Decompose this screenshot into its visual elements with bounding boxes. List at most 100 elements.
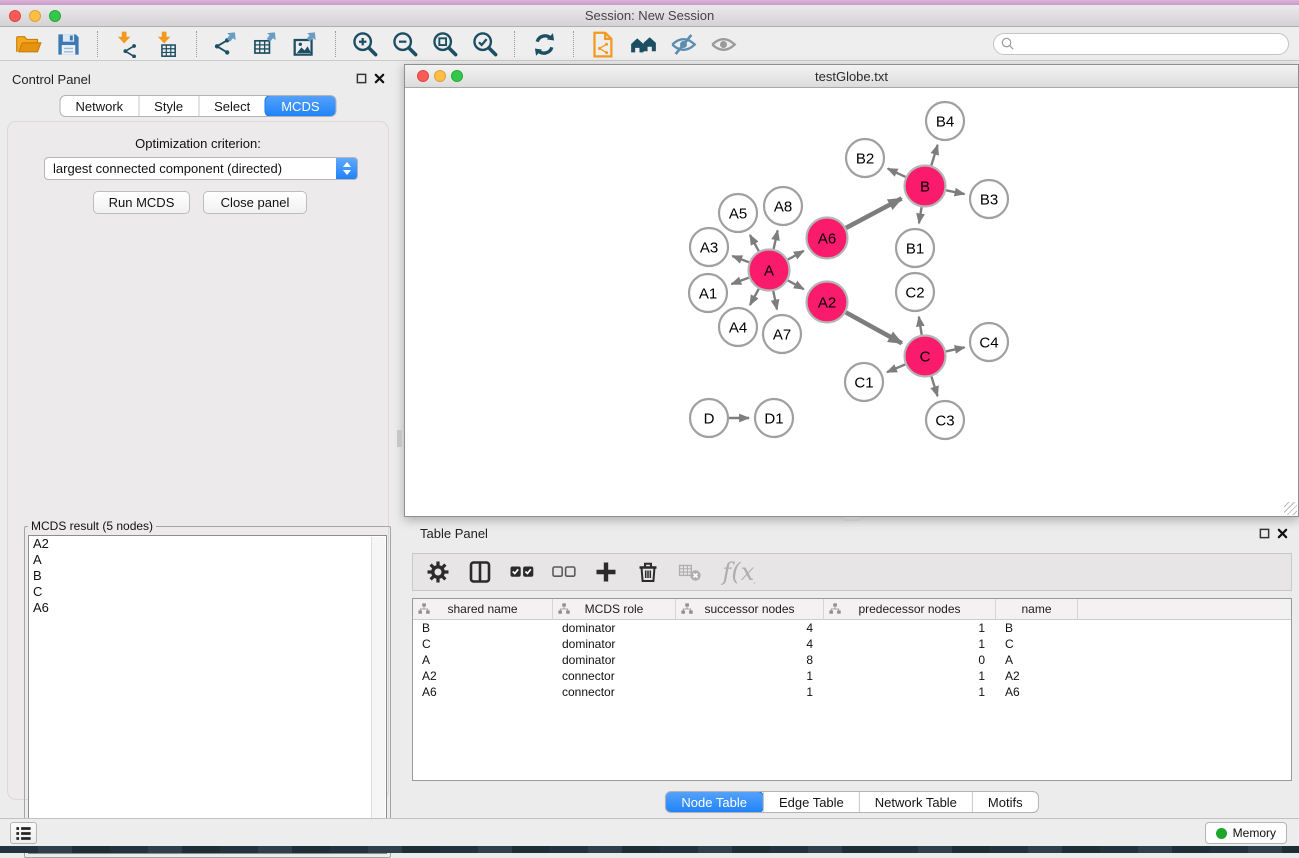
table-tab-network-table[interactable]: Network Table [859, 792, 972, 812]
memory-button[interactable]: Memory [1205, 822, 1287, 844]
table-tab-motifs[interactable]: Motifs [972, 792, 1038, 812]
graph-node-C3[interactable]: C3 [926, 401, 964, 439]
graph-node-A6[interactable]: A6 [807, 218, 848, 259]
graph-node-A3[interactable]: A3 [690, 228, 728, 266]
graph-node-C4[interactable]: C4 [970, 323, 1008, 361]
column-header-MCDS-role[interactable]: MCDS role [553, 599, 676, 619]
close-panel-button-mcds[interactable]: Close panel [203, 191, 307, 214]
table-row[interactable]: Cdominator41C [413, 636, 1291, 652]
float-panel-button[interactable] [354, 71, 368, 85]
tab-style[interactable]: Style [138, 96, 198, 116]
mcds-result-item[interactable]: A [29, 552, 386, 568]
table-row[interactable]: A2connector11A2 [413, 668, 1291, 684]
graph-node-A5[interactable]: A5 [719, 194, 757, 232]
graph-node-A1[interactable]: A1 [689, 274, 727, 312]
graph-node-B4[interactable]: B4 [926, 102, 964, 140]
task-history-button[interactable] [10, 822, 37, 844]
graph-edge-A-A8[interactable] [774, 230, 778, 249]
import-table-button[interactable] [147, 29, 187, 59]
close-panel-button[interactable] [372, 71, 386, 85]
graph-edge-A-A6[interactable] [788, 251, 804, 260]
close-table-panel-button[interactable] [1275, 526, 1289, 540]
show-eye-button[interactable] [703, 29, 743, 59]
network-canvas[interactable]: B4B2BB3A5A8A6A3B1AC2A1A2A4A7CC4C1C3DD1 [405, 89, 1298, 516]
graph-node-A8[interactable]: A8 [764, 187, 802, 225]
export-image-button[interactable] [286, 29, 326, 59]
graph-edge-B-B1[interactable] [919, 207, 922, 223]
zoom-out-button[interactable] [385, 29, 425, 59]
unchecked-pair-button[interactable] [551, 559, 577, 585]
column-header-name[interactable]: name [996, 599, 1078, 619]
graph-edge-B-B2[interactable] [888, 169, 906, 177]
graph-node-B2[interactable]: B2 [846, 139, 884, 177]
graph-edge-C-C1[interactable] [887, 364, 905, 372]
tab-network[interactable]: Network [60, 96, 138, 116]
graph-edge-C-C3[interactable] [931, 377, 937, 397]
run-mcds-button[interactable]: Run MCDS [93, 191, 190, 214]
criterion-dropdown[interactable]: largest connected component (directed) [44, 157, 358, 180]
table-delete-button[interactable] [677, 559, 703, 585]
graph-edge-A-A4[interactable] [750, 289, 759, 305]
export-table-button[interactable] [246, 29, 286, 59]
plus-button[interactable] [593, 559, 619, 585]
checked-pair-button[interactable] [509, 559, 535, 585]
graph-node-D1[interactable]: D1 [755, 399, 793, 437]
table-row[interactable]: Adominator80A [413, 652, 1291, 668]
graph-edge-A2-C[interactable] [846, 312, 902, 343]
mcds-result-item[interactable]: A2 [29, 536, 386, 552]
graph-edge-A-A1[interactable] [731, 278, 748, 285]
float-table-panel-button[interactable] [1257, 526, 1271, 540]
graph-edge-A-A2[interactable] [788, 280, 804, 289]
graph-node-A7[interactable]: A7 [763, 315, 801, 353]
table-tab-edge-table[interactable]: Edge Table [763, 792, 859, 812]
split-column-button[interactable] [467, 559, 493, 585]
column-header-predecessor-nodes[interactable]: predecessor nodes [824, 599, 996, 619]
gear-button[interactable] [425, 559, 451, 585]
graph-node-D[interactable]: D [690, 399, 728, 437]
refresh-button[interactable] [524, 29, 564, 59]
mcds-result-item[interactable]: B [29, 568, 386, 584]
table-row[interactable]: Bdominator41B [413, 620, 1291, 636]
mcds-result-item[interactable]: A6 [29, 600, 386, 616]
graph-edge-A6-B[interactable] [846, 198, 902, 228]
graph-edge-C-C4[interactable] [946, 347, 965, 351]
new-network-from-file-button[interactable] [583, 29, 623, 59]
zoom-fit-button[interactable] [425, 29, 465, 59]
column-header-successor-nodes[interactable]: successor nodes [676, 599, 824, 619]
network-window-titlebar[interactable]: testGlobe.txt [405, 65, 1298, 88]
graph-node-C1[interactable]: C1 [845, 363, 883, 401]
export-network-button[interactable] [206, 29, 246, 59]
graph-edge-A-A7[interactable] [773, 291, 777, 309]
graph-edge-A-A5[interactable] [750, 235, 759, 251]
graph-node-A2[interactable]: A2 [807, 282, 848, 323]
graph-node-A[interactable]: A [749, 250, 790, 291]
open-folder-button[interactable] [8, 29, 48, 59]
graph-node-A4[interactable]: A4 [719, 308, 757, 346]
import-network-button[interactable] [107, 29, 147, 59]
resize-grip-icon[interactable] [1284, 502, 1297, 515]
graph-edge-A-A3[interactable] [732, 256, 749, 262]
trash-button[interactable] [635, 559, 661, 585]
graph-node-B3[interactable]: B3 [970, 180, 1008, 218]
graph-node-C[interactable]: C [905, 336, 946, 377]
graph-edge-B-B3[interactable] [946, 190, 964, 194]
graph-node-B[interactable]: B [905, 166, 946, 207]
vertical-splitter-handle[interactable] [397, 430, 402, 447]
graph-edge-B-B4[interactable] [931, 145, 937, 166]
tab-mcds[interactable]: MCDS [264, 95, 336, 117]
table-tab-node-table[interactable]: Node Table [664, 791, 764, 813]
graph-edge-C-C2[interactable] [919, 317, 922, 335]
save-button[interactable] [48, 29, 88, 59]
zoom-in-button[interactable] [345, 29, 385, 59]
result-scrollbar[interactable] [371, 537, 385, 852]
table-row[interactable]: A6connector11A6 [413, 684, 1291, 700]
hide-eye-button[interactable] [663, 29, 703, 59]
search-field[interactable] [993, 33, 1289, 55]
search-input[interactable] [1020, 36, 1288, 52]
home-button[interactable] [623, 29, 663, 59]
zoom-selected-button[interactable] [465, 29, 505, 59]
column-header-shared-name[interactable]: shared name [413, 599, 553, 619]
mcds-result-item[interactable]: C [29, 584, 386, 600]
graph-node-C2[interactable]: C2 [896, 273, 934, 311]
tab-select[interactable]: Select [198, 96, 265, 116]
